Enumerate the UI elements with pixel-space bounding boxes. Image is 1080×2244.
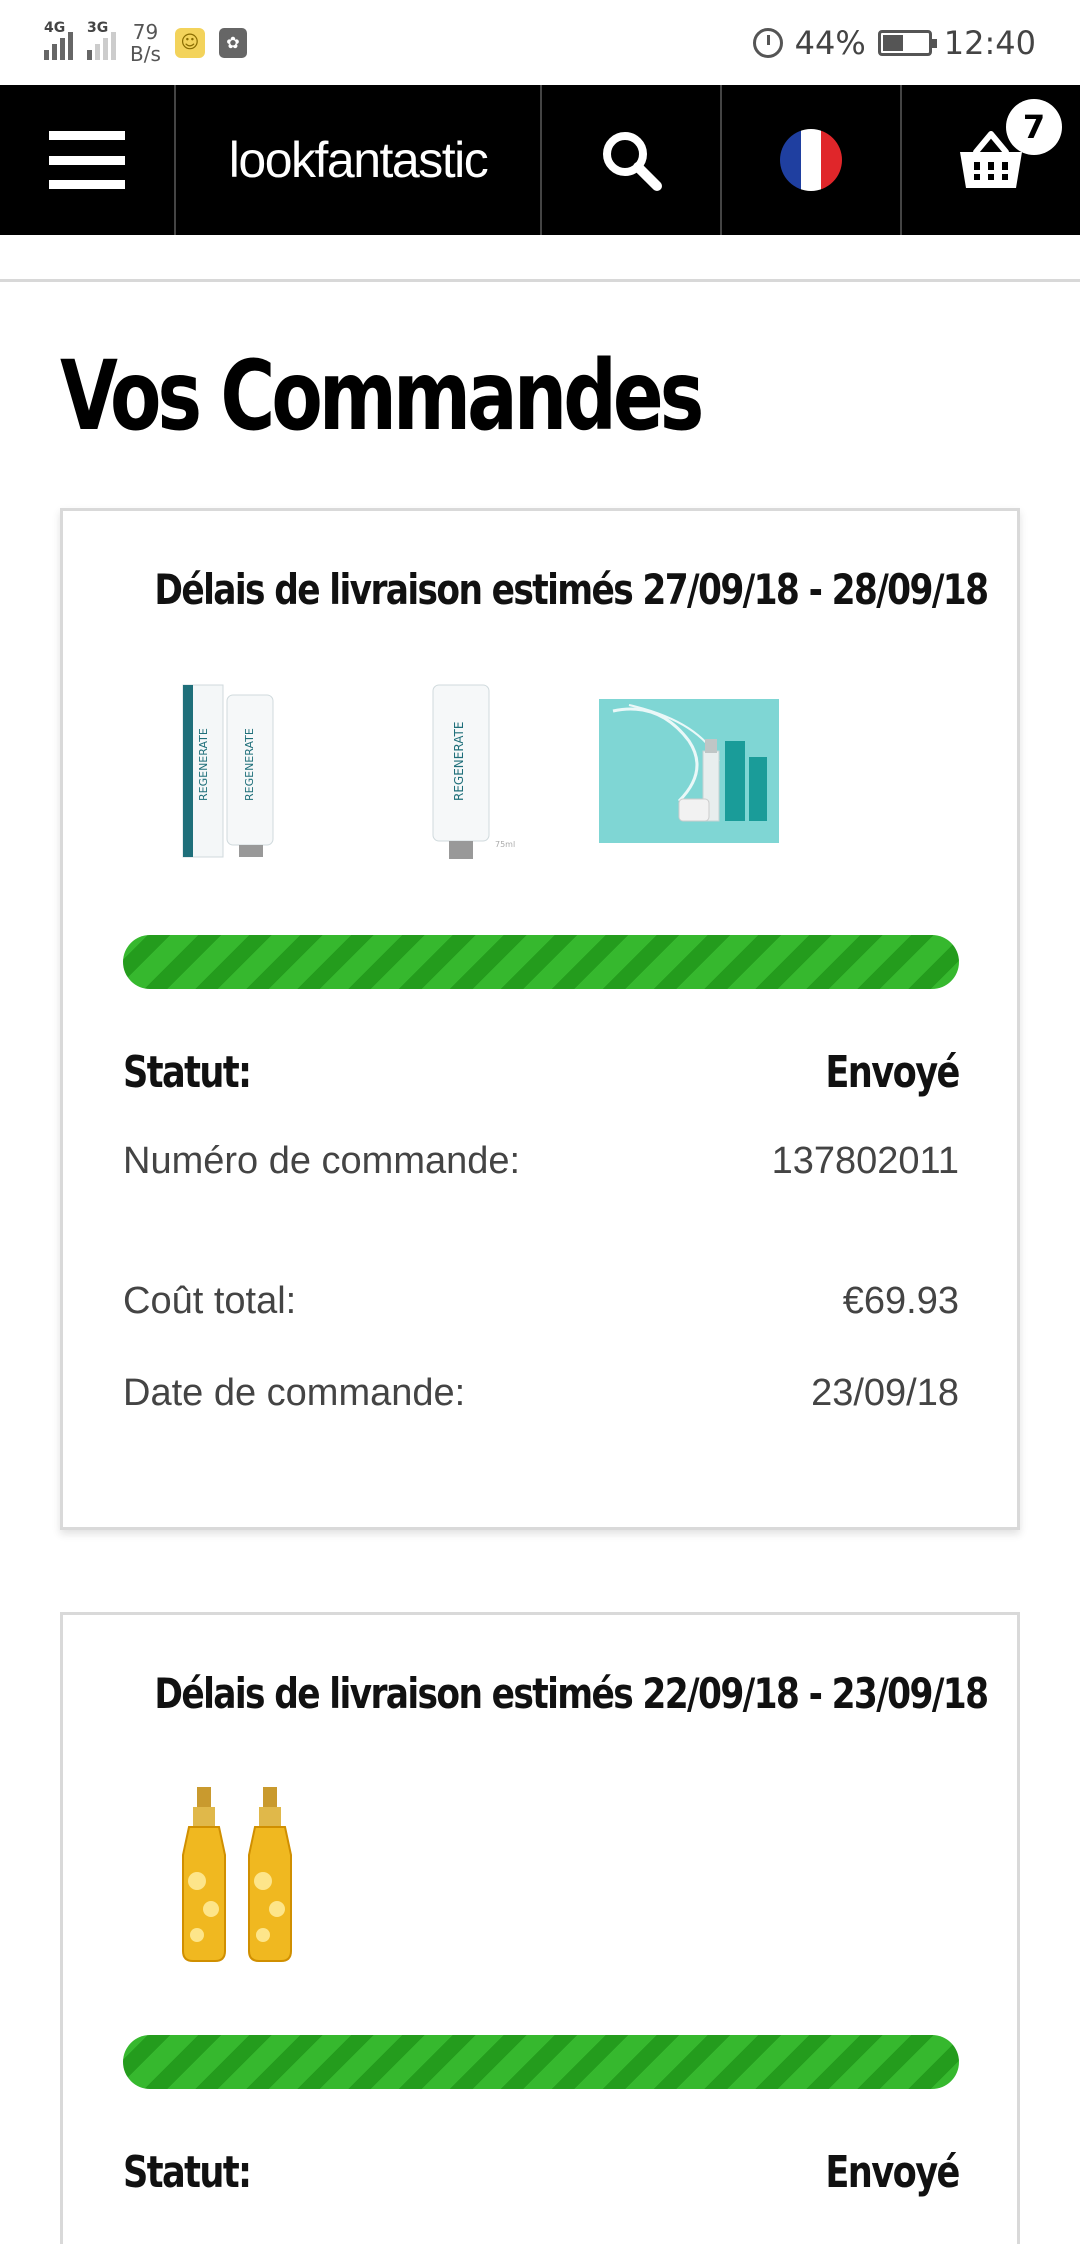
order-date-row: Date de commande: 23/09/18	[123, 1369, 959, 1417]
flag-stripe-blue	[780, 129, 801, 191]
status-left: 4G 3G 79 B/s ☺ ✿	[44, 20, 247, 65]
order-card[interactable]: Délais de livraison estimés 22/09/18 - 2…	[60, 1612, 1020, 2244]
signal-3g-icon: 3G	[87, 20, 116, 60]
cart-button[interactable]: 7	[902, 85, 1080, 235]
network-speed: 79 B/s	[130, 21, 161, 65]
order-date-label: Date de commande:	[123, 1372, 466, 1414]
france-flag-icon	[780, 129, 842, 191]
battery-icon	[877, 29, 937, 56]
order-number-value: 137802011	[771, 1140, 959, 1182]
order-number-label: Numéro de commande:	[123, 1140, 521, 1182]
status-label: Statut:	[123, 2147, 252, 2198]
svg-text:75ml: 75ml	[495, 840, 515, 849]
total-cost-row: Coût total: €69.93	[123, 1277, 959, 1325]
svg-text:REGENERATE: REGENERATE	[452, 722, 466, 801]
svg-text:REGENERATE: REGENERATE	[243, 728, 256, 801]
order-number-row: Numéro de commande: 137802011	[123, 1137, 959, 1185]
status-right: 44% 12:40	[752, 23, 1036, 62]
search-button[interactable]	[542, 85, 722, 235]
product-thumbnails	[167, 1785, 347, 1965]
order-card[interactable]: Délais de livraison estimés 27/09/18 - 2…	[60, 508, 1020, 1530]
svg-text:REGENERATE: REGENERATE	[197, 728, 210, 801]
delivery-estimate: Délais de livraison estimés 22/09/18 - 2…	[154, 1669, 989, 1718]
network-type-label: 4G	[44, 19, 66, 36]
clock: 12:40	[943, 23, 1036, 62]
status-value: Envoyé	[825, 1047, 961, 1098]
shipping-progress-bar	[123, 2035, 959, 2089]
hamburger-icon	[49, 131, 125, 189]
kerastase-elixir-oil-icon[interactable]	[167, 1785, 347, 1965]
page-title: Vos Commandes	[60, 340, 704, 452]
cart-count-badge: 7	[1006, 99, 1062, 155]
speed-unit: B/s	[130, 41, 161, 66]
logo: lookfantastic	[228, 132, 489, 188]
status-bar: 4G 3G 79 B/s ☺ ✿ 44% 12:40	[0, 0, 1080, 85]
flag-stripe-white	[800, 129, 822, 191]
flag-stripe-red	[821, 129, 842, 191]
header-divider	[0, 279, 1080, 282]
battery-percent: 44%	[794, 23, 866, 62]
notification-smiley-icon: ☺	[174, 27, 205, 58]
speed-value: 79	[132, 19, 159, 44]
notification-app-icon: ✿	[218, 27, 247, 58]
menu-button[interactable]	[0, 85, 176, 235]
site-header: lookfantastic 7	[0, 85, 1080, 235]
total-cost-label: Coût total:	[123, 1280, 297, 1322]
search-icon	[603, 132, 662, 191]
order-date-value: 23/09/18	[811, 1372, 959, 1414]
beauty-gift-set-icon[interactable]	[599, 681, 779, 861]
status-row: Statut: Envoyé	[123, 1047, 961, 1098]
regenerate-toothpaste-twin-icon[interactable]: REGENERATE REGENERATE	[167, 681, 347, 861]
country-selector[interactable]	[722, 85, 902, 235]
network-type-label-2: 3G	[87, 19, 109, 36]
status-value: Envoyé	[825, 2147, 961, 2198]
status-row: Statut: Envoyé	[123, 2147, 961, 2198]
status-label: Statut:	[123, 1047, 252, 1098]
shipping-progress-bar	[123, 935, 959, 989]
total-cost-value: €69.93	[842, 1280, 959, 1322]
signal-4g-icon: 4G	[44, 20, 73, 60]
product-thumbnails: REGENERATE REGENERATE REGENERATE 75ml	[167, 681, 779, 861]
alarm-icon	[752, 27, 783, 58]
regenerate-toothpaste-icon[interactable]: REGENERATE 75ml	[383, 681, 563, 861]
delivery-estimate: Délais de livraison estimés 27/09/18 - 2…	[154, 565, 989, 614]
logo-link[interactable]: lookfantastic	[176, 85, 542, 235]
